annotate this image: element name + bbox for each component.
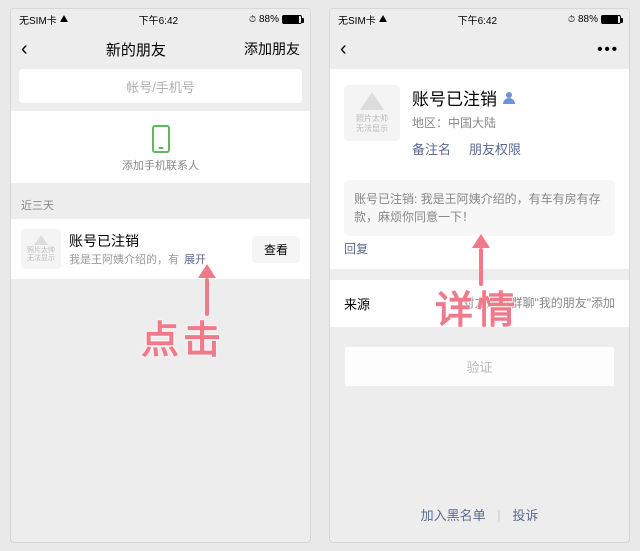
request-msg-preview: 我是王阿姨介绍的，有 <box>69 254 179 266</box>
request-name: 账号已注销 <box>69 231 244 251</box>
verification-message: 账号已注销: 我是王阿姨介绍的，有车有房有存款，麻烦你同意一下！ <box>344 180 615 236</box>
bottom-links: 加入黑名单 | 投诉 <box>330 505 629 524</box>
alarm-icon <box>249 14 256 25</box>
status-time: 下午6:42 <box>458 12 497 27</box>
source-row[interactable]: 来源 对方通过群聊"我的朋友"添加 <box>330 279 629 328</box>
permission-link[interactable]: 朋友权限 <box>469 139 521 158</box>
source-value: 对方通过群聊"我的朋友"添加 <box>462 294 615 313</box>
friend-request-row[interactable]: 照片太帅 无法显示 账号已注销 我是王阿姨介绍的，有 展开 查看 <box>11 219 310 279</box>
back-icon[interactable]: ‹ <box>21 39 28 59</box>
phone-icon <box>152 125 170 153</box>
page-title: 新的朋友 <box>28 39 244 60</box>
person-icon <box>503 92 515 104</box>
add-friend-action[interactable]: 添加朋友 <box>244 39 300 59</box>
add-contacts-row[interactable]: 添加手机联系人 <box>11 111 310 183</box>
battery-pct: 88% <box>259 14 279 25</box>
nav-bar: ‹ 新的朋友 添加朋友 <box>11 29 310 69</box>
add-contacts-label: 添加手机联系人 <box>122 157 199 173</box>
more-icon[interactable]: ••• <box>597 41 619 58</box>
verify-button[interactable]: 验证 <box>344 346 615 387</box>
request-info: 账号已注销 我是王阿姨介绍的，有 展开 <box>69 231 244 267</box>
status-bar: 无SIM卡 下午6:42 88% <box>11 9 310 29</box>
avatar: 照片太帅 无法显示 <box>21 229 61 269</box>
battery-icon <box>282 15 302 24</box>
profile-name: 账号已注销 <box>412 85 497 110</box>
battery-pct: 88% <box>578 14 598 25</box>
status-bar: 无SIM卡 下午6:42 88% <box>330 9 629 29</box>
back-icon[interactable]: ‹ <box>340 39 347 59</box>
annotation-click: 点击 <box>141 309 225 364</box>
reply-link[interactable]: 回复 <box>344 240 615 257</box>
wifi-icon <box>379 14 387 25</box>
carrier-label: 无SIM卡 <box>338 12 376 27</box>
search-placeholder: 帐号/手机号 <box>126 77 195 96</box>
region-line: 地区：中国大陆 <box>412 114 521 131</box>
search-input[interactable]: 帐号/手机号 <box>19 69 302 103</box>
avatar-placeholder-icon <box>360 92 384 110</box>
profile-header: 照片太帅 无法显示 账号已注销 地区：中国大陆 备注名 朋友权限 <box>330 69 629 170</box>
carrier-label: 无SIM卡 <box>19 12 57 27</box>
view-button[interactable]: 查看 <box>252 236 300 263</box>
status-time: 下午6:42 <box>139 12 178 27</box>
avatar-placeholder-icon <box>34 235 48 245</box>
wifi-icon <box>60 14 68 25</box>
battery-icon <box>601 15 621 24</box>
avatar[interactable]: 照片太帅 无法显示 <box>344 85 400 141</box>
blacklist-link[interactable]: 加入黑名单 <box>421 508 486 523</box>
nav-bar: ‹ ••• <box>330 29 629 69</box>
remark-link[interactable]: 备注名 <box>412 139 451 158</box>
phone-right: 无SIM卡 下午6:42 88% ‹ ••• 照片太帅 无法显示 账号已注销 <box>329 8 630 543</box>
report-link[interactable]: 投诉 <box>512 508 538 523</box>
alarm-icon <box>568 14 575 25</box>
phone-left: 无SIM卡 下午6:42 88% ‹ 新的朋友 添加朋友 帐号/手机号 添加手机… <box>10 8 311 543</box>
separator: | <box>497 508 500 523</box>
source-label: 来源 <box>344 294 370 313</box>
section-header: 近三天 <box>11 191 310 219</box>
expand-link[interactable]: 展开 <box>184 254 206 266</box>
